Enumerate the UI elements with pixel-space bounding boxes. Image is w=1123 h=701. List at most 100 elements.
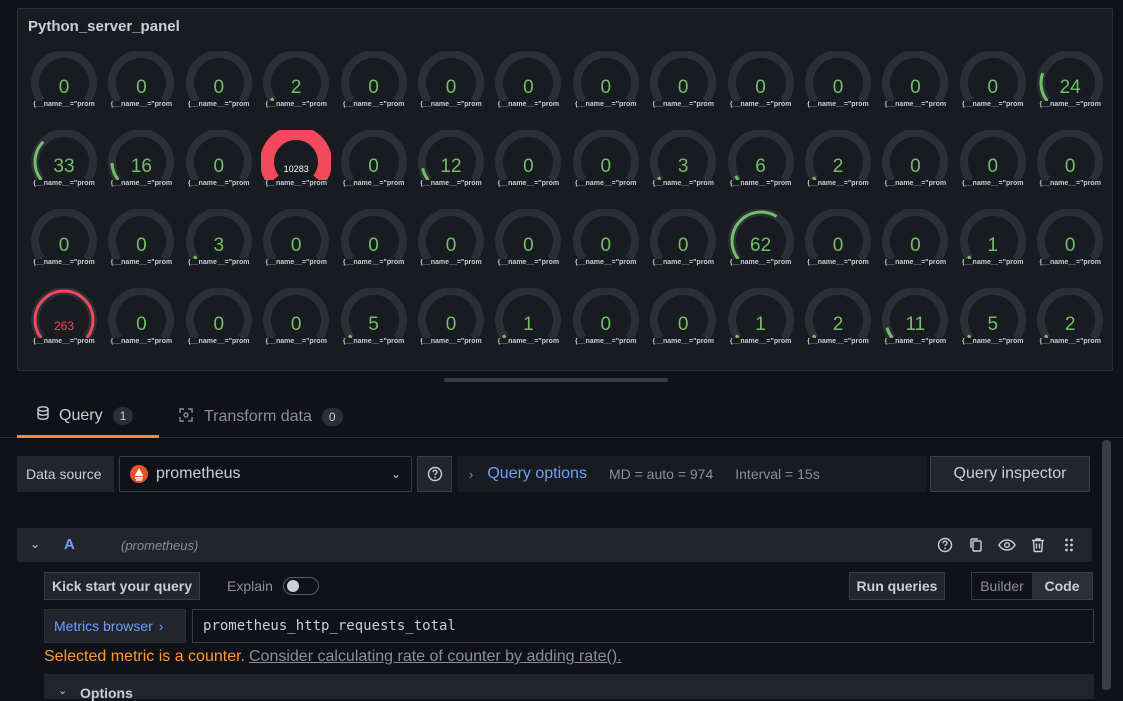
gauge-label: {__name__="prom — [342, 180, 405, 187]
query-options-toggle[interactable]: › Query options MD = auto = 974 Interval… — [457, 456, 927, 492]
gauge-r4-c14: 2 {__name__="prom — [1035, 288, 1105, 348]
gauge-r2-c1: 33 {__name__="prom — [29, 130, 99, 190]
gauge-r2-c5: 0 {__name__="prom — [339, 130, 409, 190]
gauge-label: {__name__="prom — [33, 259, 95, 266]
trash-icon[interactable] — [1022, 536, 1053, 554]
gauge-r3-c4: 0 {__name__="prom — [261, 209, 331, 269]
gauge-r2-c9: 3 {__name__="prom — [648, 130, 718, 190]
gauge-label: {__name__="prom — [575, 101, 637, 108]
datasource-row: Data source prometheus ⌄ › Query options… — [17, 456, 1092, 492]
gauge-value: 2 — [1064, 314, 1076, 335]
counter-warning: Selected metric is a counter. Consider ca… — [44, 648, 622, 666]
gauge-label: {__name__="prom — [33, 101, 95, 108]
query-row-header: ⌄ A (prometheus) — [17, 528, 1092, 562]
editor-scrollbar[interactable] — [1102, 440, 1111, 690]
gauge-value: 0 — [445, 77, 457, 98]
options-section[interactable]: ⌄ Options — [44, 674, 1094, 701]
gauge-label: {__name__="prom — [110, 338, 173, 345]
gauge-label: {__name__="prom — [33, 180, 95, 187]
explain-toggle[interactable] — [283, 577, 319, 595]
gauge-r1-c3: 0 {__name__="prom — [184, 51, 254, 111]
datasource-value: prometheus — [156, 465, 241, 482]
gauge-r4-c4: 0 {__name__="prom — [261, 288, 331, 348]
gauge-r3-c12: 0 {__name__="prom — [880, 209, 950, 269]
gauge-r2-c4: 10283 {__name__="prom — [261, 130, 332, 190]
query-expression-input[interactable]: prometheus_http_requests_total — [192, 609, 1094, 643]
gauge-value: 0 — [523, 77, 534, 98]
gauge-value: 3 — [677, 156, 689, 177]
tab-query[interactable]: Query 1 — [17, 396, 159, 438]
gauge-label: {__name__="prom — [265, 338, 327, 345]
metrics-browser-button[interactable]: Metrics browser › — [44, 609, 186, 643]
gauge-value: 0 — [290, 235, 302, 256]
code-mode-button[interactable]: Code — [1032, 573, 1092, 599]
gauge-r1-c13: 0 {__name__="prom — [958, 51, 1028, 111]
metrics-row: Metrics browser › prometheus_http_reques… — [44, 609, 1094, 643]
gauge-r3-c9: 0 {__name__="prom — [648, 209, 718, 269]
gauge-label: {__name__="prom — [575, 338, 637, 345]
tab-transform-data[interactable]: Transform data 0 — [178, 396, 343, 438]
query-options-interval: Interval = 15s — [735, 466, 820, 482]
prometheus-icon — [130, 465, 148, 483]
gauge-r2-c3: 0 {__name__="prom — [184, 130, 254, 190]
builder-mode-button[interactable]: Builder — [972, 573, 1032, 599]
visualization-panel: Python_server_panel 0 {__name__="prom 0 {__… — [17, 8, 1113, 371]
gauge-r3-c11: 0 {__name__="prom — [803, 209, 873, 269]
datasource-help-button[interactable] — [417, 456, 452, 492]
help-icon[interactable] — [929, 536, 960, 554]
gauge-label: {__name__="prom — [962, 259, 1024, 266]
help-icon — [427, 466, 443, 482]
gauge-label: {__name__="prom — [807, 101, 869, 108]
gauge-label: {__name__="prom — [807, 180, 869, 187]
gauge-r1-c14: 24 {__name__="prom — [1035, 51, 1105, 111]
gauge-value: 6 — [755, 156, 766, 177]
gauge-r4-c1: 263 {__name__="prom — [29, 288, 99, 348]
gauge-value: 1 — [987, 235, 999, 256]
query-options-md: MD = auto = 974 — [608, 466, 714, 482]
add-rate-link[interactable]: Consider calculating rate of counter by … — [249, 648, 622, 665]
gauge-label: {__name__="prom — [962, 338, 1024, 345]
gauge-label: {__name__="prom — [497, 338, 560, 345]
metrics-browser-label: Metrics browser — [54, 618, 153, 634]
gauge-value: 0 — [677, 235, 689, 256]
gauge-value: 0 — [368, 235, 379, 256]
eye-icon[interactable] — [991, 536, 1022, 554]
gauge-r1-c6: 0 {__name__="prom — [416, 51, 486, 111]
drag-handle-icon[interactable] — [1053, 536, 1084, 554]
gauge-label: {__name__="prom — [265, 259, 327, 266]
gauge-label: {__name__="prom — [575, 180, 637, 187]
datasource-picker[interactable]: prometheus ⌄ — [119, 456, 412, 492]
gauge-value: 0 — [677, 314, 689, 335]
gauge-label: {__name__="prom — [884, 101, 947, 108]
gauge-r3-c5: 0 {__name__="prom — [339, 209, 409, 269]
query-inspector-button[interactable]: Query inspector — [930, 456, 1090, 492]
gauge-label: {__name__="prom — [807, 338, 869, 345]
kick-start-button[interactable]: Kick start your query — [44, 572, 200, 600]
transform-icon — [178, 407, 194, 428]
gauge-value: 0 — [213, 314, 225, 335]
gauge-r3-c2: 0 {__name__="prom — [106, 209, 176, 269]
explain-label: Explain — [227, 578, 273, 594]
gauge-value: 0 — [600, 77, 612, 98]
duplicate-icon[interactable] — [960, 536, 991, 554]
gauge-r4-c10: 1 {__name__="prom — [726, 288, 796, 348]
tab-query-label: Query — [59, 406, 103, 424]
query-ref-id[interactable]: A — [64, 536, 75, 553]
gauge-label: {__name__="prom — [962, 180, 1024, 187]
gauge-value: 0 — [136, 77, 147, 98]
gauge-r4-c12: 11 {__name__="prom — [880, 288, 950, 348]
collapse-chevron-icon[interactable]: ⌄ — [30, 537, 40, 551]
run-queries-button[interactable]: Run queries — [849, 572, 945, 600]
gauge-value: 10283 — [283, 164, 309, 174]
panel-resize-handle[interactable] — [444, 378, 668, 382]
gauge-label: {__name__="prom — [1039, 259, 1101, 266]
gauge-r1-c9: 0 {__name__="prom — [648, 51, 718, 111]
gauge-r4-c9: 0 {__name__="prom — [648, 288, 718, 348]
gauge-value: 33 — [53, 156, 75, 177]
gauge-value: 0 — [832, 77, 844, 98]
chevron-down-icon: ⌄ — [58, 685, 68, 697]
query-options-label: Query options — [487, 465, 587, 482]
gauge-label: {__name__="prom — [962, 101, 1024, 108]
gauge-label: {__name__="prom — [729, 180, 792, 187]
gauge-label: {__name__="prom — [420, 259, 482, 266]
